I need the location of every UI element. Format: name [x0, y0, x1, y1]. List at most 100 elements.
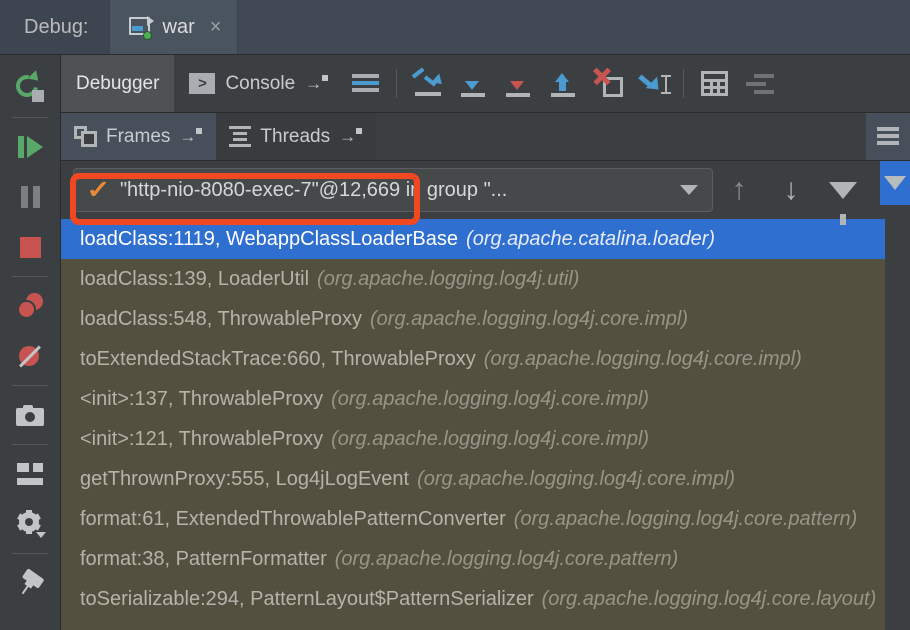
- frame-package: (org.apache.logging.log4j.core.impl): [417, 467, 736, 490]
- frame-method: loadClass:548, ThrowableProxy: [80, 307, 363, 330]
- window-tabbar: Debug: war ×: [0, 0, 910, 55]
- pin-tab-button[interactable]: [6, 559, 54, 607]
- frame-package: (org.apache.logging.log4j.core.layout): [541, 587, 877, 610]
- tab-debugger[interactable]: Debugger: [61, 55, 175, 112]
- frame-method: toSerializable:294, PatternLayout$Patter…: [80, 587, 534, 610]
- hamburger-menu-icon: [877, 127, 899, 146]
- restore-layout-button[interactable]: [6, 450, 54, 498]
- rail-divider: [12, 117, 48, 118]
- frame-method: format:61, ExtendedThrowablePatternConve…: [80, 507, 506, 530]
- step-over-button[interactable]: [405, 55, 450, 112]
- tab-console[interactable]: > Console →: [174, 55, 343, 112]
- window-tab-war[interactable]: war ×: [108, 0, 239, 54]
- stop-icon: [19, 236, 41, 258]
- frame-method: <init>:121, ThrowableProxy: [80, 427, 324, 450]
- table-row[interactable]: loadClass:139, LoaderUtil (org.apache.lo…: [61, 259, 885, 299]
- chevron-down-icon[interactable]: [680, 185, 698, 195]
- frame-package: (org.apache.logging.log4j.core.impl): [370, 307, 688, 330]
- frames-icon: [74, 126, 97, 147]
- expand-dropdown-button[interactable]: [880, 161, 910, 205]
- gear-icon: [17, 510, 46, 538]
- table-row[interactable]: <init>:121, ThrowableProxy (org.apache.l…: [61, 419, 885, 459]
- table-row[interactable]: loadClass:548, ThrowableProxy (org.apach…: [61, 299, 885, 339]
- tabstrip-empty-area: [376, 113, 866, 160]
- step-out-button[interactable]: [540, 55, 585, 112]
- drop-frame-button[interactable]: [585, 55, 630, 112]
- close-icon[interactable]: ×: [210, 17, 222, 37]
- pause-icon: [20, 186, 40, 208]
- frame-package: (org.apache.logging.log4j.core.pattern): [513, 507, 858, 530]
- frame-package: (org.apache.logging.log4j.core.pattern): [334, 547, 679, 570]
- tab-frames-label: Frames: [106, 125, 171, 147]
- table-row[interactable]: format:38, PatternFormatter (org.apache.…: [61, 539, 885, 579]
- toolbar-divider: [683, 69, 685, 98]
- rerun-icon: [11, 70, 44, 102]
- show-execution-point-icon: [352, 73, 380, 95]
- thread-status-icon: ✓: [86, 175, 111, 204]
- camera-icon: [16, 404, 44, 426]
- toolbar-divider: [396, 69, 398, 98]
- mute-breakpoints-icon: [17, 343, 43, 369]
- debugger-settings-button[interactable]: [737, 55, 782, 112]
- debug-tool-window: Debug: war × Debugger > Console → Frames…: [0, 0, 910, 630]
- stop-button[interactable]: [6, 223, 54, 271]
- pin-arrow-icon[interactable]: →: [305, 74, 329, 94]
- frame-down-button[interactable]: ↓: [765, 161, 817, 219]
- snapshot-button[interactable]: [6, 391, 54, 439]
- table-row[interactable]: getThrownProxy:555, Log4jLogEvent (org.a…: [61, 459, 885, 499]
- view-breakpoints-button[interactable]: [6, 282, 54, 330]
- show-execution-point-button[interactable]: [343, 55, 388, 112]
- table-row[interactable]: loadClass:1119, WebappClassLoaderBase (o…: [61, 219, 885, 259]
- pause-program-button[interactable]: [6, 173, 54, 221]
- frame-package: (org.apache.logging.log4j.core.impl): [483, 347, 802, 370]
- step-over-icon: [411, 66, 446, 98]
- war-deploy-icon: [128, 16, 154, 40]
- stack-frames-list[interactable]: loadClass:1119, WebappClassLoaderBase (o…: [61, 219, 885, 630]
- evaluate-expression-button[interactable]: [692, 55, 737, 112]
- settings-button[interactable]: [6, 500, 54, 548]
- frame-package: (org.apache.catalina.loader): [466, 227, 716, 250]
- layout-icon: [17, 463, 43, 485]
- tab-console-label: Console: [225, 72, 296, 94]
- frames-threads-tabstrip: Frames → Threads →: [61, 113, 910, 161]
- frames-options-menu-button[interactable]: [866, 113, 910, 160]
- pin-arrow-icon[interactable]: →: [179, 127, 203, 147]
- step-into-icon: [458, 70, 488, 98]
- table-row[interactable]: toExtendedStackTrace:660, ThrowableProxy…: [61, 339, 885, 379]
- tab-debugger-label: Debugger: [76, 72, 160, 94]
- rail-divider: [12, 276, 48, 277]
- thread-selector-value: "http-nio-8080-exec-7"@12,669 in group "…: [119, 178, 508, 201]
- arrow-up-icon: ↑: [731, 173, 747, 206]
- window-tab-title: war: [162, 15, 195, 38]
- table-row[interactable]: toSerializable:294, PatternLayout$Patter…: [61, 579, 885, 619]
- resume-program-button[interactable]: [6, 123, 54, 171]
- frame-method: toExtendedStackTrace:660, ThrowableProxy: [80, 347, 476, 370]
- tab-frames[interactable]: Frames →: [61, 113, 217, 160]
- debugger-content: Debugger > Console → Frames → Threads → …: [61, 55, 910, 630]
- debug-side-toolbar: [0, 55, 61, 630]
- rerun-button[interactable]: [6, 64, 54, 112]
- arrow-down-icon: ↓: [783, 173, 799, 206]
- frame-up-button[interactable]: ↑: [713, 161, 765, 219]
- force-step-into-button[interactable]: [495, 55, 540, 112]
- pin-arrow-icon[interactable]: →: [339, 127, 363, 147]
- frame-package: (org.apache.logging.log4j.core.impl): [331, 427, 650, 450]
- console-icon: >: [189, 73, 216, 94]
- frame-package: (org.apache.logging.log4j.util): [317, 267, 580, 290]
- frame-package: (org.apache.logging.log4j.core.impl): [331, 387, 650, 410]
- tab-threads[interactable]: Threads →: [216, 113, 377, 160]
- table-row[interactable]: format:61, ExtendedThrowablePatternConve…: [61, 499, 885, 539]
- step-into-button[interactable]: [450, 55, 495, 112]
- breakpoints-icon: [16, 293, 44, 319]
- thread-selector-combo[interactable]: ✓ "http-nio-8080-exec-7"@12,669 in group…: [73, 168, 713, 212]
- frame-method: format:38, PatternFormatter: [80, 547, 327, 570]
- table-row[interactable]: <init>:137, ThrowableProxy (org.apache.l…: [61, 379, 885, 419]
- run-to-cursor-button[interactable]: [630, 55, 675, 112]
- frame-method: getThrownProxy:555, Log4jLogEvent: [80, 467, 410, 490]
- frame-method: <init>:137, ThrowableProxy: [80, 387, 324, 410]
- mute-breakpoints-button[interactable]: [6, 332, 54, 380]
- evaluate-expression-icon: [701, 71, 729, 96]
- filter-frames-button[interactable]: [817, 161, 869, 225]
- force-step-into-icon: [503, 70, 533, 98]
- run-to-cursor-icon: [637, 70, 671, 98]
